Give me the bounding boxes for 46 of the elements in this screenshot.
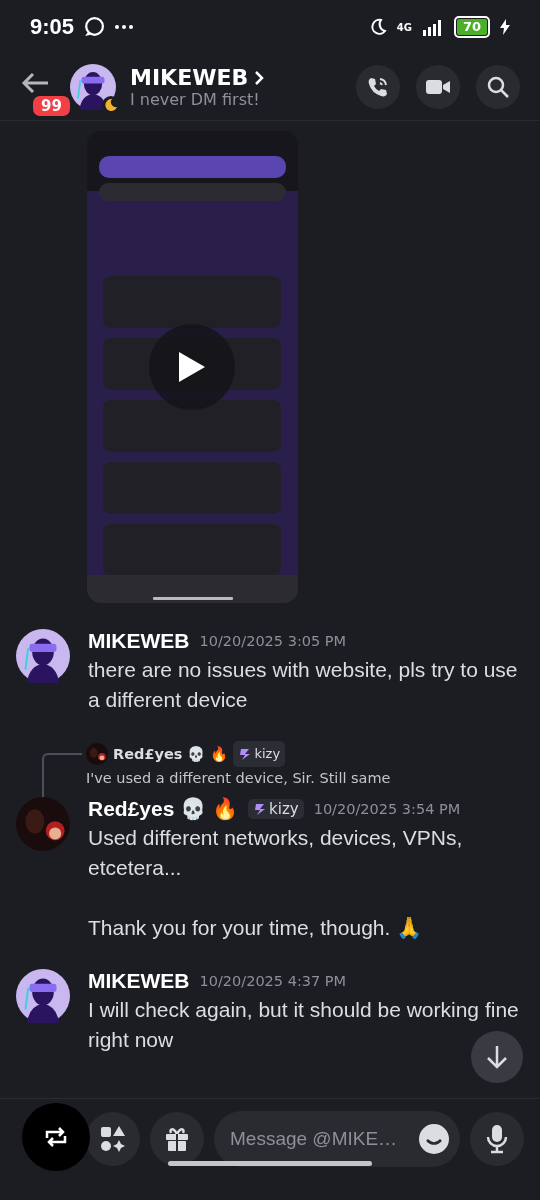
reply-author[interactable]: Red£yes 💀 🔥 xyxy=(113,746,229,762)
message-author[interactable]: MIKEWEB xyxy=(88,969,190,993)
battery-indicator: 70 xyxy=(453,16,490,38)
jump-to-bottom-button[interactable] xyxy=(471,1031,523,1083)
contact-name[interactable]: MIKEWEB xyxy=(130,65,249,90)
server-tag[interactable]: kizy xyxy=(233,741,286,767)
search-icon xyxy=(486,75,510,99)
message-author[interactable]: Red£yes 💀 🔥 xyxy=(88,797,239,821)
chevron-right-icon[interactable] xyxy=(254,69,265,86)
message-text: there are no issues with website, pls try to use a different device xyxy=(88,657,519,713)
avatar[interactable] xyxy=(86,743,108,765)
search-button[interactable] xyxy=(476,65,520,109)
video-call-button[interactable] xyxy=(416,65,460,109)
message-timestamp: 10/20/2025 4:37 PM xyxy=(199,973,347,989)
arrow-down-icon xyxy=(485,1044,509,1070)
apps-icon xyxy=(99,1125,127,1153)
avatar[interactable] xyxy=(16,969,70,1023)
avatar[interactable] xyxy=(70,64,116,110)
server-tag[interactable]: kizy xyxy=(248,799,304,819)
gift-icon xyxy=(163,1125,191,1153)
moon-icon xyxy=(368,18,387,36)
network-label: 4G xyxy=(396,21,412,33)
unread-badge: 99 xyxy=(30,93,73,119)
custom-status: I never DM first! xyxy=(130,90,261,109)
emoji-icon[interactable] xyxy=(418,1123,450,1155)
camera-icon xyxy=(425,77,451,97)
play-icon xyxy=(177,350,207,384)
back-icon[interactable] xyxy=(20,71,50,95)
chat-app-icon xyxy=(84,17,105,37)
reply-preview[interactable]: I've used a different device, Sir. Still same xyxy=(86,767,525,789)
message-timestamp: 10/20/2025 3:05 PM xyxy=(199,633,347,649)
status-time: 9:05 xyxy=(30,14,75,40)
voice-call-button[interactable] xyxy=(356,65,400,109)
avatar[interactable] xyxy=(16,797,70,851)
signal-icon xyxy=(421,18,444,36)
message-text: I will check again, but it should be working fine right now xyxy=(88,997,520,1053)
avatar[interactable] xyxy=(16,629,70,683)
message-text: Used different networks, devices, VPNs, etcetera... Thank you for your time, though. 🙏 xyxy=(88,825,464,941)
repeat-icon xyxy=(43,1127,69,1147)
more-icon xyxy=(114,24,135,30)
microphone-icon xyxy=(486,1124,508,1154)
phone-icon xyxy=(366,75,390,99)
message-timestamp: 10/20/2025 3:54 PM xyxy=(313,801,461,817)
idle-status-icon xyxy=(102,96,120,114)
charging-icon xyxy=(500,19,510,35)
message-author[interactable]: MIKEWEB xyxy=(88,629,190,653)
